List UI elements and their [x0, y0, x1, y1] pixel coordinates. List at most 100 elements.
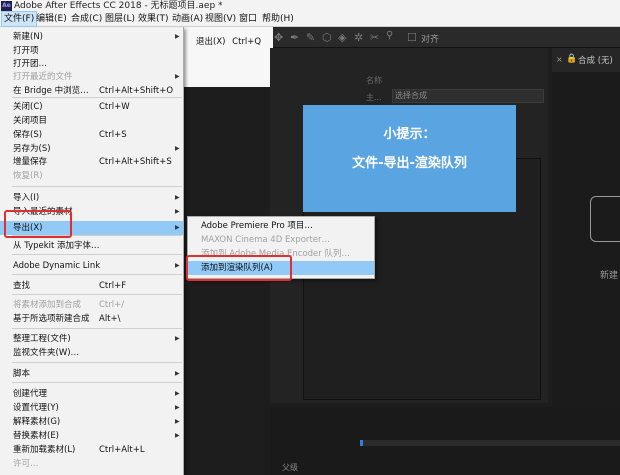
file-menu-item[interactable]: 替换素材(E) ▶ — [0, 429, 183, 443]
file-menu-item[interactable]: 在 Bridge 中浏览… Ctrl+Alt+Shift+O — [0, 84, 183, 98]
menu-window[interactable]: 窗口 — [237, 12, 259, 26]
menu-item-label: 恢复(R) — [13, 171, 43, 181]
menu-item-label: 重新加载素材(L) — [13, 445, 76, 455]
menu-item-shortcut: Ctrl+S — [99, 130, 127, 140]
menu-item-shortcut: Ctrl+Alt+Shift+S — [99, 157, 172, 167]
timeline-ruler[interactable] — [360, 440, 620, 446]
exit-shortcut: Ctrl+Q — [232, 37, 262, 47]
menu-item-label: 替换素材(E) — [13, 431, 60, 441]
snap-checkbox-icon[interactable]: ☐ — [407, 31, 417, 44]
menu-file[interactable]: 文件(F) — [1, 11, 38, 27]
menu-animation[interactable]: 动画(A) — [170, 12, 205, 26]
export-submenu-item[interactable]: Adobe Premiere Pro 项目… — [188, 219, 374, 233]
menu-separator — [12, 274, 182, 275]
tip-body: 文件-导出-渲染队列 — [352, 156, 467, 171]
stamp-tool-icon[interactable]: ⬡ — [322, 31, 332, 44]
menu-separator — [12, 186, 182, 187]
file-menu-item[interactable]: 从 Typekit 添加字体… — [0, 239, 183, 253]
menu-edit[interactable]: 编辑(E) — [34, 12, 69, 26]
file-menu-item[interactable]: 设置代理(Y) ▶ — [0, 401, 183, 415]
snap-label: 对齐 — [421, 35, 440, 45]
file-menu-item[interactable]: 基于所选项新建合成 Alt+\ — [0, 312, 183, 326]
submenu-item-label: Adobe Premiere Pro 项目… — [201, 221, 313, 231]
file-menu-item[interactable]: 导入(I) ▶ — [0, 191, 183, 205]
submenu-arrow-icon: ▶ — [175, 432, 180, 439]
menu-effect[interactable]: 效果(T) — [136, 12, 171, 26]
title-bar: Ae Adobe After Effects CC 2018 - 无标题项目.a… — [0, 0, 620, 12]
timeline-parent-label: 父级 — [282, 463, 298, 472]
tools-toolbar: ✥ ✒ ✎ ⬡ ◈ ✲ ✂ ⚲ ☐ 对齐 — [270, 27, 620, 48]
roto-tool-icon[interactable]: ✂ — [370, 31, 379, 44]
file-menu-item[interactable]: 关闭项目 — [0, 114, 183, 128]
file-menu-item[interactable]: 查找 Ctrl+F — [0, 279, 183, 293]
pin-tool-icon[interactable]: ⚲ — [386, 30, 393, 41]
file-menu-item[interactable]: 新建(N) ▶ — [0, 30, 183, 44]
file-menu-item[interactable]: 保存(S) Ctrl+S — [0, 128, 183, 142]
menu-view[interactable]: 视图(V) — [203, 12, 238, 26]
file-menu-item[interactable]: 关闭(C) Ctrl+W — [0, 100, 183, 114]
file-menu-item[interactable]: 脚本 ▶ — [0, 367, 183, 381]
file-menu-item[interactable]: 整理工程(文件) ▶ — [0, 332, 183, 346]
exit-menu-item[interactable]: 退出(X) Ctrl+Q — [196, 35, 261, 47]
menu-item-label: 关闭项目 — [13, 116, 48, 126]
puppet-tool-icon[interactable]: ✲ — [354, 31, 363, 44]
ae-logo-icon: Ae — [1, 1, 12, 11]
menu-separator — [12, 294, 182, 295]
menu-item-shortcut: Ctrl+F — [99, 281, 127, 291]
file-menu-item[interactable]: 监视文件夹(W)… — [0, 346, 183, 360]
menu-item-label: 打开团… — [13, 59, 48, 69]
file-menu-item[interactable]: 创建代理 ▶ — [0, 387, 183, 401]
menu-layer[interactable]: 图层(L) — [103, 12, 137, 26]
selection-tool-icon[interactable]: ✥ — [274, 31, 283, 44]
submenu-arrow-icon: ▶ — [175, 145, 180, 152]
file-menu-item: 将素材添加到合成 Ctrl+/ — [0, 298, 183, 312]
export-submenu-item: MAXON Cinema 4D Exporter… — [188, 233, 374, 247]
menu-item-label: 另存为(S) — [13, 144, 51, 154]
file-menu-item[interactable]: 打开团… — [0, 57, 183, 71]
menu-item-label: 将素材添加到合成 — [13, 300, 82, 310]
pen-tool-icon[interactable]: ✒ — [290, 31, 299, 44]
file-menu-item[interactable]: 另存为(S) ▶ — [0, 142, 183, 156]
menu-separator — [12, 328, 182, 329]
menu-help[interactable]: 帮助(H) — [260, 12, 296, 26]
file-menu-item[interactable]: 解释素材(G) ▶ — [0, 415, 183, 429]
menu-item-label: 许可… — [13, 459, 39, 469]
menu-item-label: 脚本 — [13, 369, 31, 379]
composition-tab[interactable]: 合成 (无) — [578, 54, 613, 66]
submenu-arrow-icon: ▶ — [175, 224, 180, 231]
menu-item-shortcut: Ctrl+Alt+Shift+O — [99, 86, 174, 96]
file-menu-item: 许可… — [0, 457, 183, 471]
file-menu-item[interactable]: 增量保存 Ctrl+Alt+Shift+S — [0, 155, 183, 169]
brush-tool-icon[interactable]: ✎ — [306, 31, 315, 44]
annotation-render-queue-box — [186, 255, 292, 281]
composition-header: × 🔒 合成 (无) — [552, 48, 620, 73]
tip-title: 小提示： — [383, 127, 436, 142]
submenu-arrow-icon: ▶ — [175, 370, 180, 377]
menu-separator — [12, 254, 182, 255]
submenu-item-label: MAXON Cinema 4D Exporter… — [201, 235, 330, 245]
submenu-arrow-icon: ▶ — [175, 33, 180, 40]
new-composition-icon[interactable] — [590, 196, 620, 242]
file-menu-item[interactable]: 重新加载素材(L) Ctrl+Alt+L — [0, 443, 183, 457]
window-title: Adobe After Effects CC 2018 - 无标题项目.aep … — [14, 1, 223, 11]
menu-item-shortcut: Alt+\ — [99, 314, 121, 324]
file-menu-item[interactable]: 打开项 — [0, 44, 183, 58]
project-main-label: 主... — [366, 93, 382, 102]
menu-separator — [12, 382, 182, 383]
menu-item-label: 增量保存 — [13, 157, 48, 167]
composition-select[interactable]: 选择合成 — [392, 89, 544, 103]
new-composition-label[interactable]: 新建 — [600, 268, 618, 281]
menu-item-label: 打开最近的文件 — [13, 72, 73, 82]
menu-item-label: 整理工程(文件) — [13, 334, 71, 344]
eraser-tool-icon[interactable]: ◈ — [338, 31, 346, 44]
file-menu-item[interactable]: Adobe Dynamic Link ▶ — [0, 259, 183, 273]
menu-separator — [12, 362, 182, 363]
time-indicator[interactable] — [360, 440, 363, 446]
close-icon[interactable]: × — [556, 55, 563, 64]
lock-icon[interactable]: 🔒 — [566, 54, 577, 64]
menu-item-shortcut: Ctrl+/ — [99, 300, 125, 310]
menu-item-label: 关闭(C) — [13, 102, 43, 112]
menu-composition[interactable]: 合成(C) — [69, 12, 104, 26]
submenu-arrow-icon: ▶ — [175, 390, 180, 397]
file-menu-item: 恢复(R) — [0, 169, 183, 183]
